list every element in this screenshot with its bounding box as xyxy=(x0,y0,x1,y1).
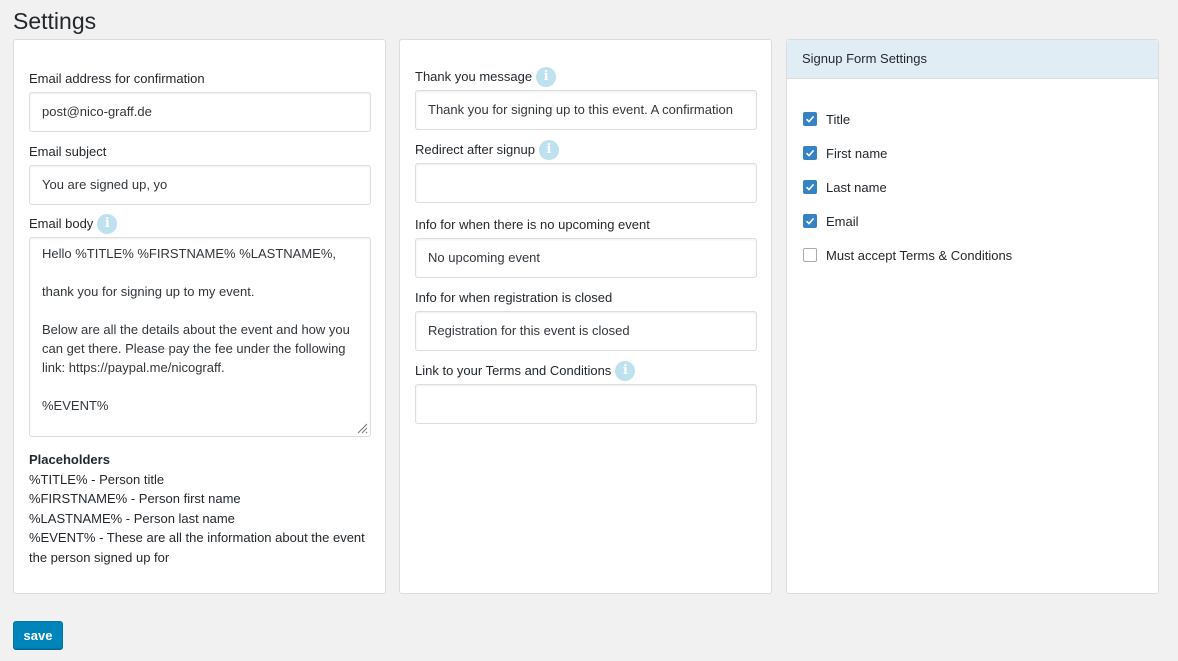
save-button[interactable]: save xyxy=(13,621,63,649)
thank-you-label-row: Thank you message i xyxy=(415,67,757,87)
closed-field: Info for when registration is closed Reg… xyxy=(415,289,757,351)
email-subject-label: Email subject xyxy=(29,144,107,159)
terms-label: Link to your Terms and Conditions xyxy=(415,363,612,378)
email-body-line: %EVENT% xyxy=(42,398,109,413)
no-event-label: Info for when there is no upcoming event xyxy=(415,217,650,232)
info-icon[interactable]: i xyxy=(538,140,559,160)
email-subject-field: Email subject You are signed up, yo xyxy=(29,143,371,205)
resize-grip-icon[interactable] xyxy=(356,422,368,434)
terms-input[interactable] xyxy=(415,384,757,424)
thank-you-label: Thank you message xyxy=(415,69,533,84)
checkbox-unchecked[interactable] xyxy=(803,248,817,262)
confirmation-email-field: Email address for confirmation post@nico… xyxy=(29,70,371,132)
redirect-input[interactable] xyxy=(415,163,757,203)
placeholder-item: %TITLE% - Person title xyxy=(29,471,165,487)
option-label: Last name xyxy=(826,179,887,195)
closed-input[interactable]: Registration for this event is closed xyxy=(415,311,757,351)
placeholder-item: %FIRSTNAME% - Person first name xyxy=(29,491,241,506)
redirect-label: Redirect after signup xyxy=(415,142,535,157)
option-email[interactable]: Email xyxy=(803,212,859,230)
check-icon[interactable] xyxy=(803,146,817,160)
signup-form-panel: Signup Form Settings Title First name La… xyxy=(786,39,1159,594)
option-first-name[interactable]: First name xyxy=(803,144,887,162)
check-icon[interactable] xyxy=(803,214,817,228)
placeholders-title: Placeholders xyxy=(29,452,110,467)
no-event-field: Info for when there is no upcoming event… xyxy=(415,216,757,278)
check-icon[interactable] xyxy=(803,112,817,126)
info-icon[interactable]: i xyxy=(536,67,557,87)
email-body-label: Email body xyxy=(29,216,94,231)
option-label: First name xyxy=(826,145,888,161)
placeholder-item: %EVENT% - These are all the information … xyxy=(29,530,365,565)
terms-label-row: Link to your Terms and Conditions i xyxy=(415,361,757,381)
option-last-name[interactable]: Last name xyxy=(803,178,887,196)
no-event-input[interactable]: No upcoming event xyxy=(415,238,757,278)
option-label: Title xyxy=(826,111,851,127)
check-icon[interactable] xyxy=(803,180,817,194)
placeholders-help: Placeholders %TITLE% - Person title %FIR… xyxy=(29,450,371,567)
confirmation-email-input[interactable]: post@nico-graff.de xyxy=(29,92,371,132)
page-title: Settings xyxy=(13,8,97,34)
option-title[interactable]: Title xyxy=(803,110,850,128)
messages-panel: Thank you message i Thank you for signin… xyxy=(399,39,772,594)
info-icon[interactable]: i xyxy=(615,361,636,381)
redirect-field: Redirect after signup i xyxy=(415,140,757,203)
email-subject-input[interactable]: You are signed up, yo xyxy=(29,165,371,205)
email-body-line: thank you for signing up to my event. xyxy=(42,284,255,299)
email-body-textarea[interactable]: Hello %TITLE% %FIRSTNAME% %LASTNAME%, th… xyxy=(29,237,371,437)
email-body-field: Email body i Hello %TITLE% %FIRSTNAME% %… xyxy=(29,214,371,437)
signup-form-panel-title: Signup Form Settings xyxy=(787,40,1158,79)
thank-you-field: Thank you message i Thank you for signin… xyxy=(415,67,757,130)
email-body-line: Below are all the details about the even… xyxy=(42,322,350,375)
email-body-line: Hello %TITLE% %FIRSTNAME% %LASTNAME%, xyxy=(42,246,337,261)
terms-field: Link to your Terms and Conditions i xyxy=(415,361,757,424)
option-accept-terms[interactable]: Must accept Terms & Conditions xyxy=(803,246,1012,264)
redirect-label-row: Redirect after signup i xyxy=(415,140,757,160)
info-icon[interactable]: i xyxy=(97,214,118,234)
email-body-label-row: Email body i xyxy=(29,214,371,234)
thank-you-input[interactable]: Thank you for signing up to this event. … xyxy=(415,90,757,130)
email-settings-panel: Email address for confirmation post@nico… xyxy=(13,39,386,594)
option-label: Must accept Terms & Conditions xyxy=(826,247,1013,263)
option-label: Email xyxy=(826,213,859,229)
closed-label: Info for when registration is closed xyxy=(415,290,613,305)
placeholder-item: %LASTNAME% - Person last name xyxy=(29,510,235,526)
confirmation-email-label: Email address for confirmation xyxy=(29,71,205,86)
